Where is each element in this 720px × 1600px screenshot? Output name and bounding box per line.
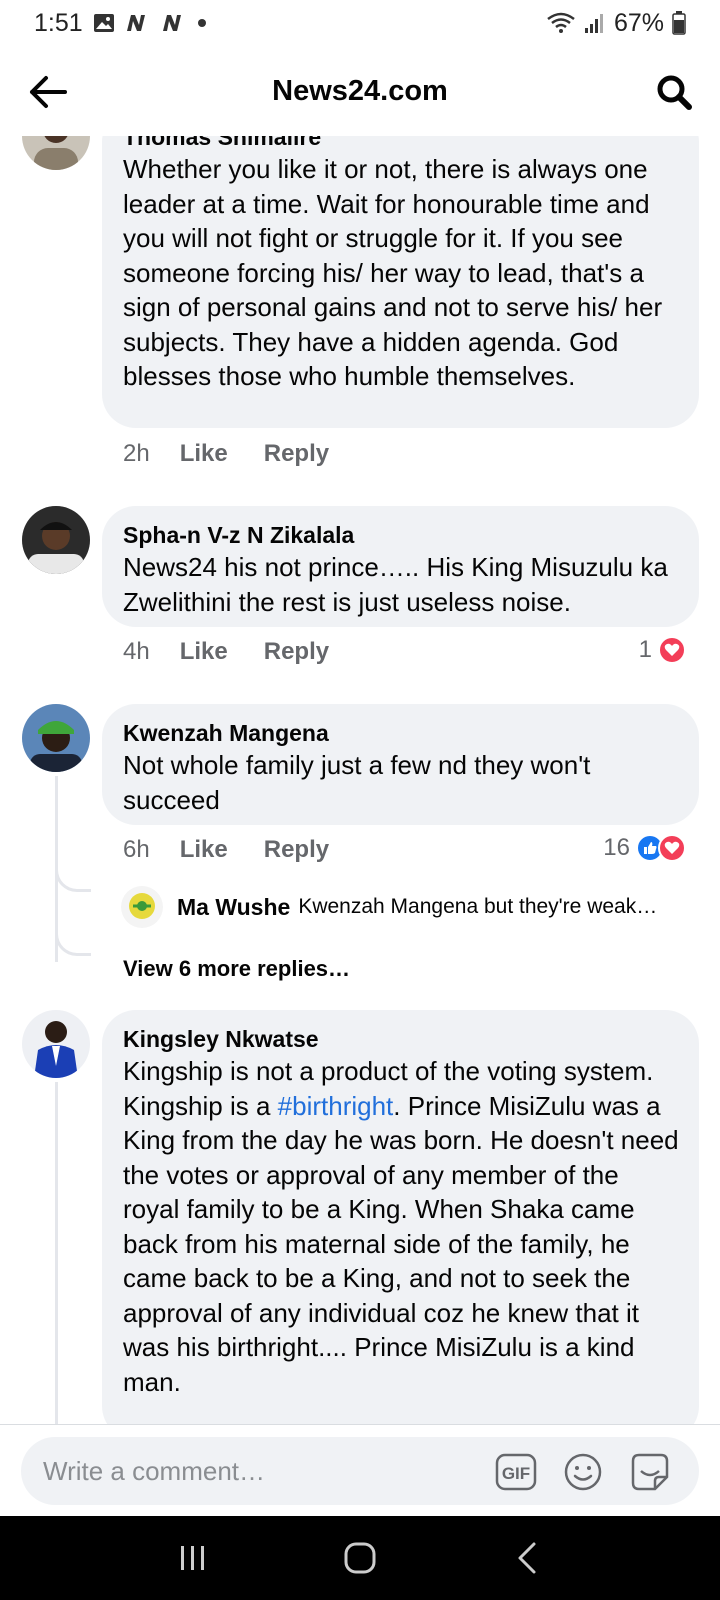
comment-bubble[interactable]: Thomas Shimalire Whether you like it or … bbox=[102, 136, 699, 428]
comment-author[interactable]: Kingsley Nkwatse bbox=[123, 1024, 679, 1054]
page-title: News24.com bbox=[272, 74, 448, 107]
status-bar: 1:51 67% bbox=[0, 0, 720, 46]
gif-button[interactable]: GIF bbox=[495, 1451, 537, 1493]
comment-text: Kingship is not a product of the voting … bbox=[123, 1054, 679, 1399]
view-more-replies-link[interactable]: View 6 more replies… bbox=[123, 956, 350, 982]
comment-author[interactable]: Spha-n V-z N Zikalala bbox=[123, 520, 679, 550]
like-button[interactable]: Like bbox=[180, 638, 228, 666]
back-button[interactable] bbox=[26, 70, 70, 114]
back-arrow-icon bbox=[30, 76, 67, 108]
hashtag-link[interactable]: #birthright bbox=[278, 1091, 394, 1121]
comment-text-part: . Prince MisiZulu was a King from the da… bbox=[123, 1090, 679, 1397]
home-button[interactable] bbox=[330, 1528, 390, 1588]
comment-time[interactable]: 2h bbox=[123, 440, 150, 468]
reaction-summary[interactable]: 16 bbox=[603, 834, 686, 862]
system-nav-bar bbox=[0, 1516, 720, 1600]
comment-author[interactable]: Kwenzah Mangena bbox=[123, 718, 679, 748]
reply-preview[interactable]: Ma Wushe Kwenzah Mangena but they're wea… bbox=[121, 886, 657, 928]
sticker-button[interactable] bbox=[629, 1451, 671, 1493]
comment-input[interactable] bbox=[43, 1455, 483, 1487]
search-icon bbox=[657, 75, 692, 110]
comment-composer-bar: GIF bbox=[0, 1424, 720, 1516]
sticker-icon bbox=[631, 1453, 669, 1491]
comment-actions: 6h Like Reply bbox=[123, 836, 365, 864]
comment-text: Not whole family just a few nd they won'… bbox=[123, 750, 591, 815]
search-button[interactable] bbox=[652, 70, 696, 114]
thread-line bbox=[55, 1082, 58, 1424]
comment-text: Whether you like it or not, there is alw… bbox=[123, 154, 663, 391]
reply-author[interactable]: Ma Wushe bbox=[177, 894, 290, 921]
system-back-button[interactable] bbox=[497, 1528, 557, 1588]
thread-branch bbox=[55, 918, 91, 956]
comment-time[interactable]: 4h bbox=[123, 638, 150, 666]
comment-actions: 4h Like Reply bbox=[123, 638, 365, 666]
gallery-icon bbox=[93, 13, 115, 33]
reaction-count: 1 bbox=[638, 636, 652, 663]
recent-apps-button[interactable] bbox=[163, 1528, 223, 1588]
avatar[interactable] bbox=[22, 136, 90, 170]
avatar[interactable] bbox=[22, 506, 90, 574]
recent-apps-icon bbox=[181, 1546, 205, 1570]
reply-button[interactable]: Reply bbox=[264, 440, 329, 468]
like-button[interactable]: Like bbox=[180, 836, 228, 864]
app-header: News24.com bbox=[0, 46, 720, 136]
comments-feed[interactable]: Thomas Shimalire Whether you like it or … bbox=[0, 136, 720, 1424]
back-chevron-icon bbox=[518, 1542, 536, 1574]
emoji-button[interactable] bbox=[562, 1451, 604, 1493]
status-time: 1:51 bbox=[34, 8, 83, 37]
comment-bubble[interactable]: Spha-n V-z N Zikalala News24 his not pri… bbox=[102, 506, 699, 627]
reaction-summary[interactable]: 1 bbox=[639, 636, 686, 664]
comment-bubble[interactable]: Kingsley Nkwatse Kingship is not a produ… bbox=[102, 1010, 699, 1424]
avatar[interactable] bbox=[22, 704, 90, 772]
comment-text: News24 his not prince….. His King Misuzu… bbox=[123, 552, 668, 617]
reply-snippet: Kwenzah Mangena but they're weak… bbox=[298, 895, 658, 918]
news24-notification-icon bbox=[125, 13, 151, 33]
comment-time[interactable]: 6h bbox=[123, 836, 150, 864]
battery-icon bbox=[672, 11, 686, 35]
comment-composer[interactable]: GIF bbox=[21, 1437, 699, 1505]
comment-author[interactable]: Thomas Shimalire bbox=[123, 136, 679, 152]
wifi-icon bbox=[546, 11, 576, 35]
thread-branch bbox=[55, 854, 91, 892]
reaction-count: 16 bbox=[603, 834, 630, 861]
reply-button[interactable]: Reply bbox=[264, 836, 329, 864]
comment-actions: 2h Like Reply bbox=[123, 440, 365, 468]
comment-bubble[interactable]: Kwenzah Mangena Not whole family just a … bbox=[102, 704, 699, 825]
reply-avatar[interactable] bbox=[121, 886, 163, 928]
signal-icon bbox=[584, 12, 606, 34]
avatar[interactable] bbox=[22, 1010, 90, 1078]
dot-icon bbox=[197, 18, 207, 28]
news24-notification-icon-2 bbox=[161, 13, 187, 33]
reply-button[interactable]: Reply bbox=[264, 638, 329, 666]
like-button[interactable]: Like bbox=[180, 440, 228, 468]
gif-icon: GIF bbox=[495, 1453, 537, 1491]
love-reaction-icon bbox=[658, 636, 686, 664]
emoji-icon bbox=[564, 1453, 602, 1491]
home-icon bbox=[344, 1542, 376, 1574]
love-reaction-icon bbox=[658, 834, 686, 862]
battery-percent: 67% bbox=[613, 8, 664, 37]
gif-label: GIF bbox=[502, 1464, 530, 1483]
